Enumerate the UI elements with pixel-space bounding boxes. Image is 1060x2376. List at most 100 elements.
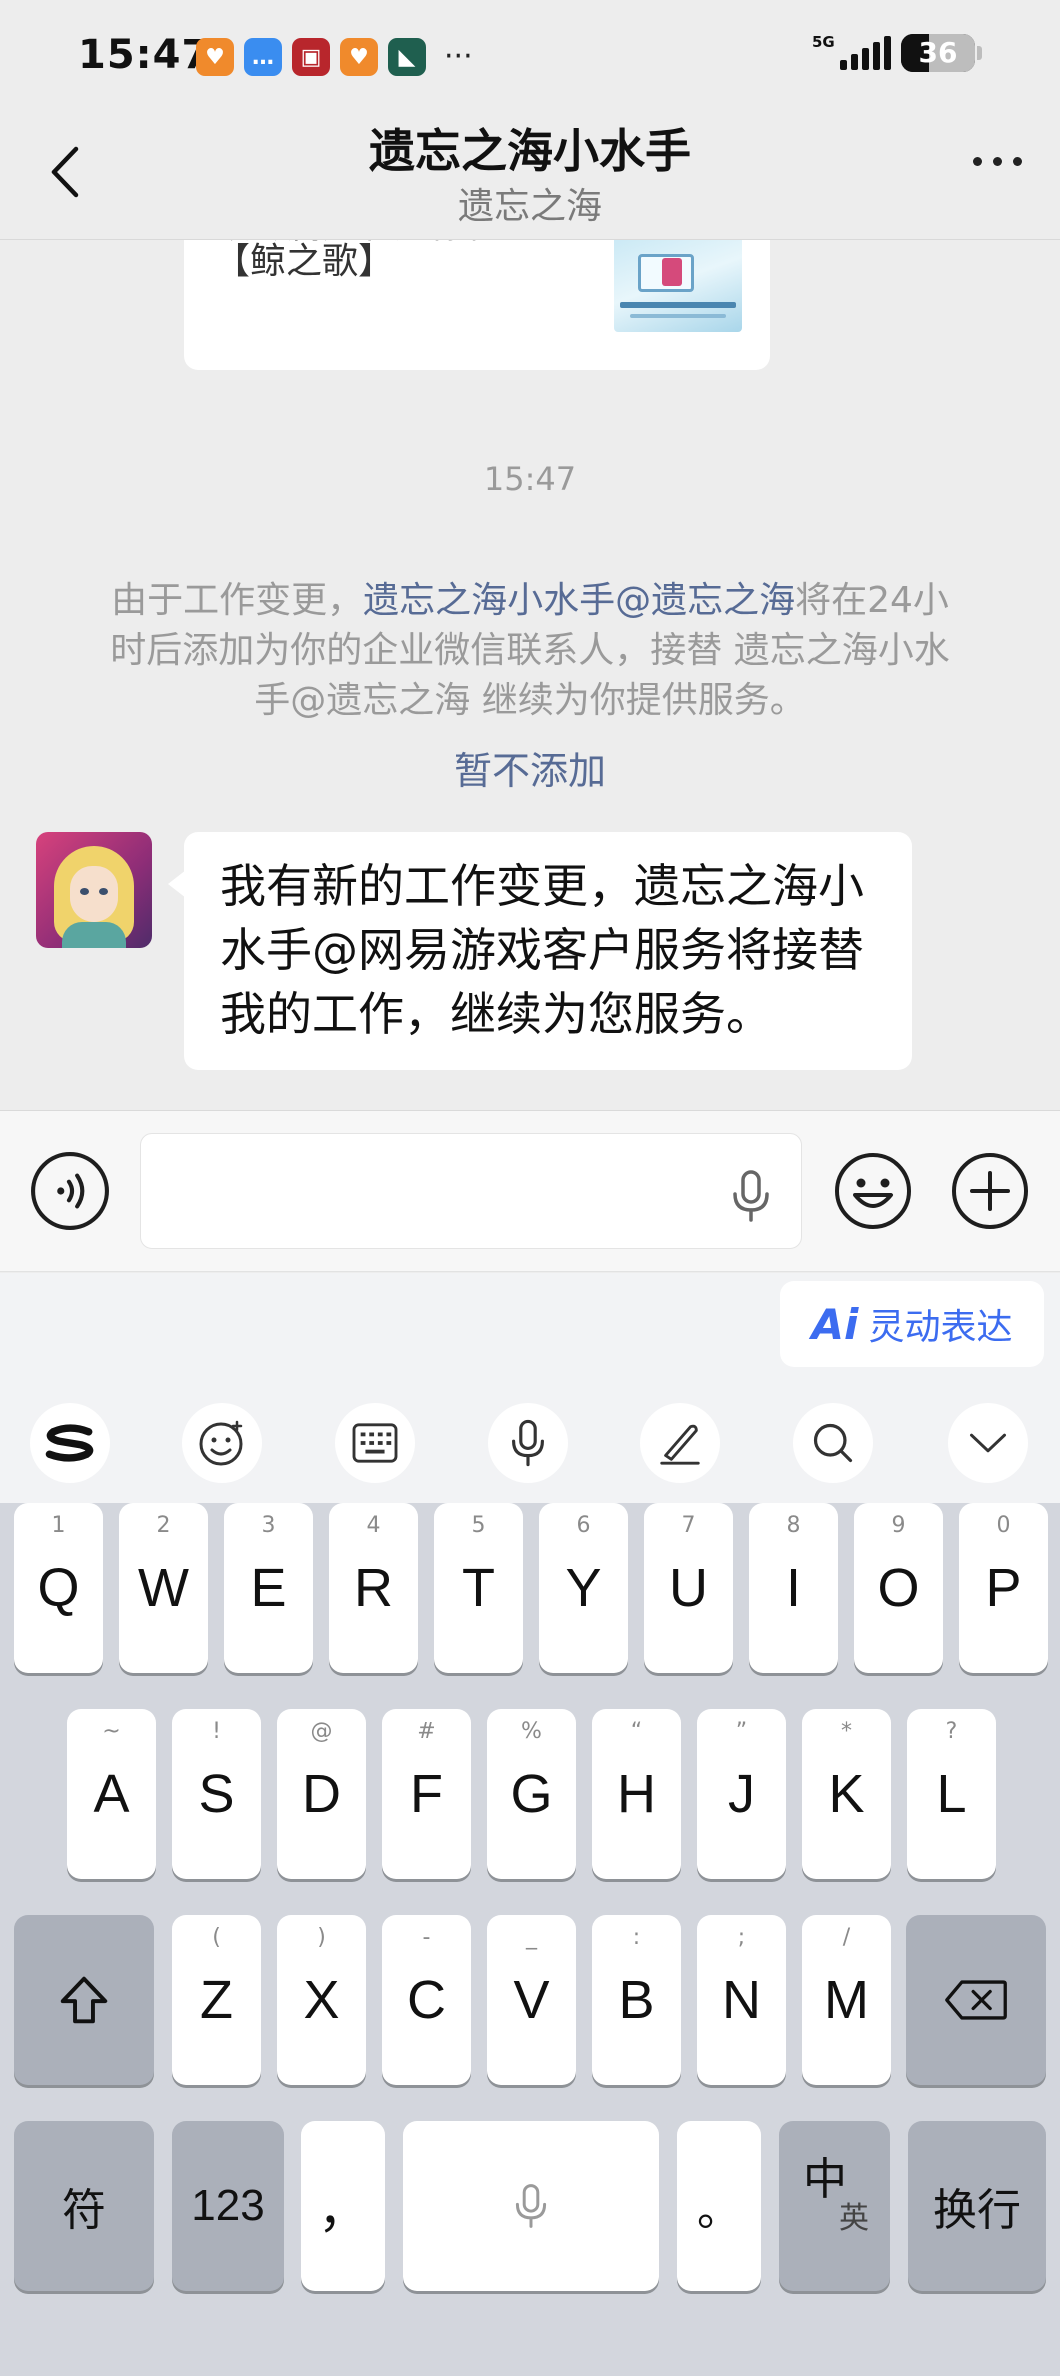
avatar[interactable] — [36, 832, 152, 948]
key-l[interactable]: ? L — [907, 1709, 996, 1879]
key-g[interactable]: % G — [487, 1709, 576, 1879]
key-hint: ) — [317, 1925, 326, 1950]
key-label: E — [250, 1558, 287, 1618]
lang-sub-label: 英 — [839, 2201, 869, 2236]
key-hint: “ — [630, 1719, 643, 1744]
language-switch-key[interactable]: 中 英 — [779, 2121, 890, 2291]
link-card[interactable]: 领专属定制头像框 【鲸之歌】 — [184, 240, 770, 370]
key-label: V — [513, 1970, 550, 2030]
heart-app-icon-2: ♥ — [340, 38, 378, 76]
chat-title: 遗忘之海小水手 — [369, 124, 691, 178]
key-label: N — [722, 1970, 761, 2030]
key-n[interactable]: ; N — [697, 1915, 786, 2085]
key-label: Y — [565, 1558, 602, 1618]
key-label: Z — [200, 1970, 233, 2030]
key-s[interactable]: ! S — [172, 1709, 261, 1879]
status-time: 15:47 — [78, 32, 211, 78]
period-key[interactable]: 。 — [677, 2121, 761, 2291]
key-a[interactable]: ~ A — [67, 1709, 156, 1879]
key-label: M — [824, 1970, 869, 2030]
notice-contact-link[interactable]: 遗忘之海小水手@遗忘之海 — [363, 580, 795, 621]
ai-icon: Ai — [811, 1299, 859, 1349]
key-u[interactable]: 7U — [644, 1503, 733, 1673]
keyboard-toolbar — [0, 1373, 1060, 1503]
key-q[interactable]: 1Q — [14, 1503, 103, 1673]
smart-expression-button[interactable]: Ai 灵动表达 — [780, 1281, 1044, 1367]
key-hint: 2 — [156, 1513, 171, 1538]
key-k[interactable]: * K — [802, 1709, 891, 1879]
key-t[interactable]: 5T — [434, 1503, 523, 1673]
key-label: C — [407, 1970, 446, 2030]
key-o[interactable]: 9O — [854, 1503, 943, 1673]
keyboard-suggestion-bar: Ai 灵动表达 — [0, 1273, 1060, 1373]
numbers-key[interactable]: 123 — [172, 2121, 284, 2291]
decline-add-link[interactable]: 暂不添加 — [0, 740, 1060, 795]
key-hint: 6 — [576, 1513, 591, 1538]
key-label: P — [985, 1558, 1022, 1618]
keyboard: Ai 灵动表达 1Q2W3E4R5T6Y7U8I9O0P ~ A! S @ D # F% G “… — [0, 1273, 1060, 2376]
sogou-logo-icon[interactable] — [30, 1403, 110, 1483]
shift-key[interactable] — [14, 1915, 154, 2085]
key-hint: _ — [526, 1925, 537, 1950]
search-icon[interactable] — [793, 1403, 873, 1483]
key-x[interactable]: ) X — [277, 1915, 366, 2085]
comma-key[interactable]: ， — [301, 2121, 385, 2291]
keyboard-layout-icon[interactable] — [335, 1403, 415, 1483]
key-d[interactable]: @ D — [277, 1709, 366, 1879]
more-options-icon[interactable] — [973, 157, 1022, 166]
key-i[interactable]: 8I — [749, 1503, 838, 1673]
key-w[interactable]: 2W — [119, 1503, 208, 1673]
key-label: S — [198, 1764, 235, 1824]
key-c[interactable]: -C — [382, 1915, 471, 2085]
key-label: O — [877, 1558, 920, 1618]
mic-icon[interactable] — [731, 1170, 771, 1222]
key-h[interactable]: “H — [592, 1709, 681, 1879]
message-bubble[interactable]: 我有新的工作变更，遗忘之海小水手@网易游戏客户服务将接替我的工作，继续为您服务。 — [168, 832, 912, 1070]
key-label: D — [302, 1764, 341, 1824]
network-type: 5G — [812, 33, 835, 51]
numbers-key-label: 123 — [191, 2181, 265, 2230]
status-indicators: 5G 36 — [812, 34, 982, 72]
space-key[interactable] — [403, 2121, 659, 2291]
handwriting-icon[interactable] — [640, 1403, 720, 1483]
symbols-key[interactable]: 符 — [14, 2121, 154, 2291]
key-v[interactable]: _ V — [487, 1915, 576, 2085]
battery-icon: 36 — [901, 34, 975, 72]
message-input[interactable] — [140, 1133, 802, 1249]
emoji-keyboard-icon[interactable] — [182, 1403, 262, 1483]
key-hint: @ — [310, 1719, 333, 1744]
key-r[interactable]: 4R — [329, 1503, 418, 1673]
key-hint: * — [841, 1719, 852, 1744]
key-m[interactable]: / M — [802, 1915, 891, 2085]
key-hint: 8 — [786, 1513, 801, 1538]
enter-key[interactable]: 换行 — [908, 2121, 1046, 2291]
plus-icon[interactable] — [950, 1151, 1030, 1231]
key-y[interactable]: 6Y — [539, 1503, 628, 1673]
key-hint: / — [842, 1925, 851, 1950]
chat-area[interactable]: 领专属定制头像框 【鲸之歌】 15:47 由于工作变更，遗忘之海小水手@遗忘之海… — [0, 240, 1060, 1110]
collapse-keyboard-icon[interactable] — [948, 1403, 1028, 1483]
key-hint: ; — [737, 1925, 746, 1950]
key-z[interactable]: (Z — [172, 1915, 261, 2085]
key-j[interactable]: ” J — [697, 1709, 786, 1879]
key-e[interactable]: 3E — [224, 1503, 313, 1673]
voice-input-icon[interactable] — [488, 1403, 568, 1483]
key-area: 1Q2W3E4R5T6Y7U8I9O0P ~ A! S @ D # F% G “H” J * K? L … — [0, 1503, 1060, 2376]
backspace-key[interactable] — [906, 1915, 1046, 2085]
voice-toggle-icon[interactable] — [30, 1151, 110, 1231]
key-label: G — [510, 1764, 553, 1824]
card-subtitle: 【鲸之歌】 — [214, 241, 395, 282]
key-label: A — [93, 1764, 130, 1824]
key-hint: ” — [735, 1719, 748, 1744]
key-label: K — [828, 1764, 865, 1824]
key-p[interactable]: 0P — [959, 1503, 1048, 1673]
notice-prefix: 由于工作变更， — [111, 580, 364, 621]
key-f[interactable]: # F — [382, 1709, 471, 1879]
message-app-icon: … — [244, 38, 282, 76]
key-hint: ? — [945, 1719, 958, 1744]
notification-icons: ♥ … ▣ ♥ ◣ ··· — [196, 38, 473, 76]
key-b[interactable]: :B — [592, 1915, 681, 2085]
key-hint: ! — [212, 1719, 221, 1744]
emoji-icon[interactable] — [833, 1151, 913, 1231]
key-label: B — [618, 1970, 655, 2030]
